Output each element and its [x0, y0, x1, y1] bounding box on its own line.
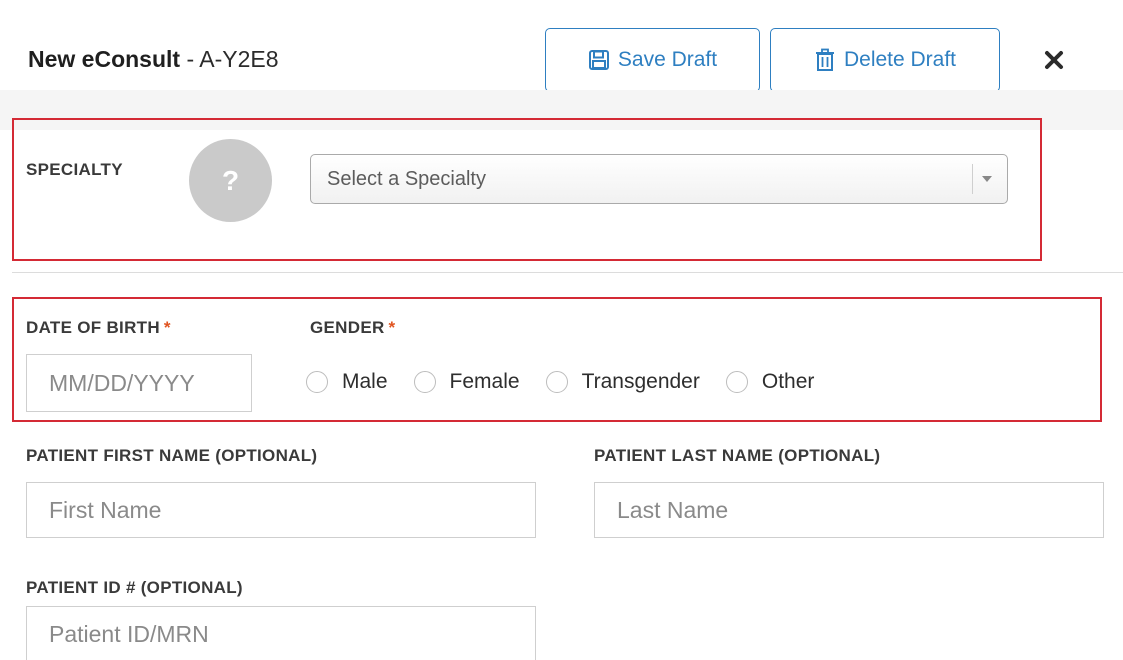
- specialty-select-placeholder: Select a Specialty: [327, 167, 486, 190]
- save-draft-button[interactable]: Save Draft: [545, 28, 760, 92]
- radio-button[interactable]: [545, 371, 568, 393]
- last-name-label: PATIENT LAST NAME (OPTIONAL): [594, 446, 881, 465]
- page-title: New eConsult - A-Y2E8: [28, 44, 279, 74]
- delete-draft-button[interactable]: Delete Draft: [770, 28, 1000, 92]
- radio-button[interactable]: [725, 371, 748, 393]
- gender-option-other[interactable]: Other: [725, 370, 815, 394]
- trash-icon: [814, 48, 836, 72]
- patient-id-input[interactable]: [26, 606, 536, 660]
- first-name-input[interactable]: [26, 482, 536, 538]
- specialty-select[interactable]: Select a Specialty: [310, 154, 1008, 204]
- dob-input[interactable]: [26, 354, 252, 412]
- new-econsult-page: New eConsult - A-Y2E8 Save Draft Delete …: [0, 0, 1123, 660]
- radio-button[interactable]: [413, 371, 436, 393]
- gender-option-label: Other: [761, 370, 815, 393]
- specialty-label: SPECIALTY: [26, 160, 123, 179]
- gender-option-label: Male: [342, 370, 388, 393]
- gender-option-label: Transgender: [581, 370, 700, 393]
- title-id: - A-Y2E8: [180, 46, 279, 72]
- gender-radio-group: Male Female Transgender Other: [306, 366, 840, 398]
- first-name-label: PATIENT FIRST NAME (OPTIONAL): [26, 446, 318, 465]
- gender-option-male[interactable]: Male: [306, 370, 388, 394]
- save-draft-label: Save Draft: [617, 48, 718, 71]
- help-icon[interactable]: ?: [189, 139, 272, 222]
- section-divider: [12, 272, 1123, 273]
- close-icon: [1044, 50, 1064, 75]
- dob-label: DATE OF BIRTH *: [26, 318, 171, 338]
- gender-label-text: GENDER: [310, 318, 385, 337]
- gender-option-transgender[interactable]: Transgender: [545, 370, 700, 394]
- header: New eConsult - A-Y2E8 Save Draft Delete …: [0, 0, 1123, 92]
- gender-option-label: Female: [449, 370, 520, 393]
- patient-id-label: PATIENT ID # (OPTIONAL): [26, 578, 243, 597]
- delete-draft-label: Delete Draft: [843, 48, 957, 71]
- dob-required-mark: *: [163, 318, 171, 337]
- chevron-down-icon: [972, 164, 1001, 194]
- close-button[interactable]: [1042, 50, 1066, 74]
- gender-label: GENDER *: [310, 318, 395, 338]
- radio-button[interactable]: [306, 371, 328, 393]
- last-name-input[interactable]: [594, 482, 1104, 538]
- dob-label-text: DATE OF BIRTH: [26, 318, 160, 337]
- title-name: New eConsult: [28, 46, 181, 72]
- gender-option-female[interactable]: Female: [413, 370, 520, 394]
- floppy-disk-icon: [588, 49, 610, 71]
- gender-required-mark: *: [388, 318, 396, 337]
